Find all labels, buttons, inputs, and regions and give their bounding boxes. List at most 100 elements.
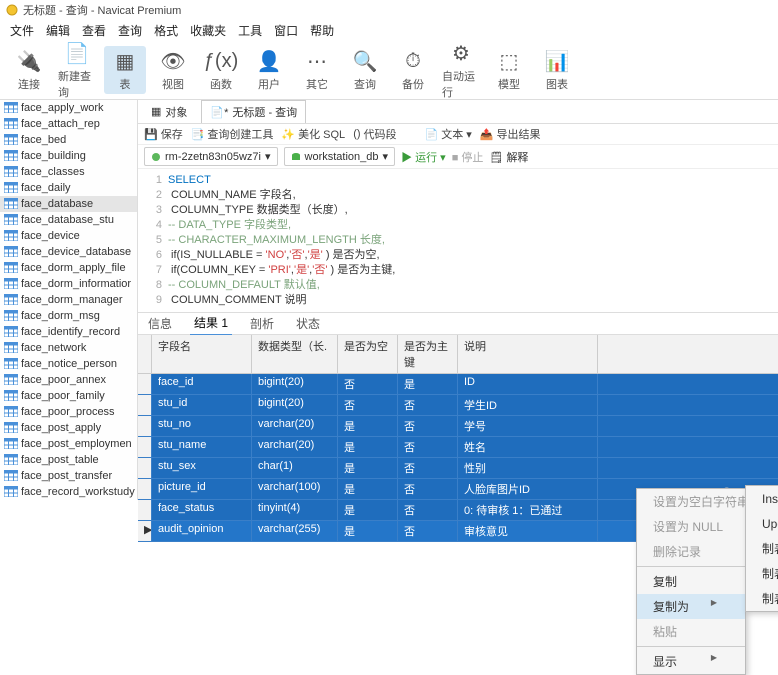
sidebar-item-face_record_workstudy[interactable]: face_record_workstudy — [0, 484, 137, 500]
sidebar-item-face_database[interactable]: face_database — [0, 196, 137, 212]
export-button[interactable]: 📤 导出结果 — [480, 126, 541, 142]
stop-button[interactable]: ■ 停止 — [452, 149, 484, 165]
sidebar-item-face_dorm_apply_file[interactable]: face_dorm_apply_file — [0, 260, 137, 276]
table-icon — [4, 150, 18, 162]
toolbar-table[interactable]: ▦表 — [104, 46, 146, 94]
sidebar-item-face_post_employmen[interactable]: face_post_employmen — [0, 436, 137, 452]
context-submenu[interactable]: Insert 语句 Update 语句 制表符分隔值 (数据) 制表符分隔值 (… — [745, 485, 778, 612]
toolbar-function[interactable]: ƒ(x)函数 — [200, 46, 242, 94]
function-icon: ƒ(x) — [207, 48, 235, 76]
menu-edit[interactable]: 编辑 — [46, 22, 70, 38]
menu-set-null[interactable]: 设置为 NULL — [637, 514, 745, 539]
table-icon — [4, 374, 18, 386]
table-row[interactable]: stu_namevarchar(20)是否姓名 — [138, 437, 778, 458]
menu-format[interactable]: 格式 — [154, 22, 178, 38]
toolbar-connect[interactable]: 🔌连接 — [8, 46, 50, 94]
automation-icon: ⚙ — [447, 40, 475, 68]
toolbar-backup[interactable]: ⏱备份 — [392, 46, 434, 94]
menu-show[interactable]: 显示 — [637, 649, 745, 674]
menu-favorites[interactable]: 收藏夹 — [190, 22, 226, 38]
sidebar-item-face_device[interactable]: face_device — [0, 228, 137, 244]
submenu-update[interactable]: Update 语句 — [746, 511, 778, 536]
toolbar-automation[interactable]: ⚙自动运行 — [440, 38, 482, 102]
menu-bar: 文件 编辑 查看 查询 格式 收藏夹 工具 窗口 帮助 — [0, 20, 778, 40]
tab-untitled-query[interactable]: 📄* 无标题 - 查询 — [201, 100, 306, 123]
toolbar-new-query[interactable]: 📄新建查询 — [56, 38, 98, 102]
toolbar-chart[interactable]: 📊图表 — [536, 46, 578, 94]
menu-copy[interactable]: 复制 — [637, 569, 745, 594]
menu-set-blank[interactable]: 设置为空白字符串 — [637, 489, 745, 514]
sidebar-item-face_bed[interactable]: face_bed — [0, 132, 137, 148]
query-builder-button[interactable]: 📑 查询创建工具 — [191, 126, 274, 142]
text-button[interactable]: 📄 文本 ▾ — [425, 126, 472, 142]
sidebar-item-face_attach_rep[interactable]: face_attach_rep — [0, 116, 137, 132]
toolbar-user[interactable]: 👤用户 — [248, 46, 290, 94]
menu-window[interactable]: 窗口 — [274, 22, 298, 38]
menu-tools[interactable]: 工具 — [238, 22, 262, 38]
save-button[interactable]: 💾 保存 — [144, 126, 183, 142]
sidebar-item-face_post_transfer[interactable]: face_post_transfer — [0, 468, 137, 484]
sidebar-item-face_post_table[interactable]: face_post_table — [0, 452, 137, 468]
table-icon — [4, 246, 18, 258]
sidebar-item-face_dorm_informatior[interactable]: face_dorm_informatior — [0, 276, 137, 292]
submenu-tsv-cols[interactable]: 制表符分隔值 (字段名) — [746, 561, 778, 586]
other-icon: ⋯ — [303, 48, 331, 76]
sidebar-item-face_network[interactable]: face_network — [0, 340, 137, 356]
toolbar-model[interactable]: ⬚模型 — [488, 46, 530, 94]
sql-editor[interactable]: 1SELECT2 COLUMN_NAME 字段名,3 COLUMN_TYPE 数… — [138, 169, 778, 313]
sidebar-item-face_dorm_msg[interactable]: face_dorm_msg — [0, 308, 137, 324]
sidebar-item-face_poor_annex[interactable]: face_poor_annex — [0, 372, 137, 388]
table-row[interactable]: face_idbigint(20)否是ID — [138, 374, 778, 395]
tab-result-1[interactable]: 结果 1 — [190, 311, 232, 336]
table-icon — [4, 118, 18, 130]
query-icon: 📄* — [210, 106, 228, 119]
sidebar-item-face_database_stu[interactable]: face_database_stu — [0, 212, 137, 228]
sidebar-item-face_identify_record[interactable]: face_identify_record — [0, 324, 137, 340]
run-button[interactable]: ▶ 运行 ▾ — [401, 149, 446, 165]
explain-button[interactable]: 🗒 解释 — [489, 149, 528, 165]
menu-copy-as[interactable]: 复制为 Insert 语句 Update 语句 制表符分隔值 (数据) 制表符分… — [637, 594, 745, 619]
context-menu[interactable]: 设置为空白字符串 设置为 NULL 删除记录 复制 复制为 Insert 语句 … — [636, 488, 746, 675]
chart-icon: 📊 — [543, 48, 571, 76]
sidebar-tables[interactable]: face_apply_workface_attach_repface_bedfa… — [0, 100, 138, 500]
tab-status[interactable]: 状态 — [292, 312, 324, 335]
sidebar-item-face_apply_work[interactable]: face_apply_work — [0, 100, 137, 116]
table-icon — [4, 294, 18, 306]
menu-file[interactable]: 文件 — [10, 22, 34, 38]
submenu-tsv-data[interactable]: 制表符分隔值 (数据) — [746, 536, 778, 561]
code-snippet-button[interactable]: () 代码段 — [353, 126, 396, 142]
toolbar-view[interactable]: 👁视图 — [152, 46, 194, 94]
sidebar-item-face_dorm_manager[interactable]: face_dorm_manager — [0, 292, 137, 308]
sidebar-item-face_poor_family[interactable]: face_poor_family — [0, 388, 137, 404]
tab-profile[interactable]: 剖析 — [246, 312, 278, 335]
table-row[interactable]: stu_sexchar(1)是否性别 — [138, 458, 778, 479]
submenu-insert[interactable]: Insert 语句 — [746, 486, 778, 511]
sidebar-item-face_poor_process[interactable]: face_poor_process — [0, 404, 137, 420]
model-icon: ⬚ — [495, 48, 523, 76]
menu-view[interactable]: 查看 — [82, 22, 106, 38]
table-icon — [4, 422, 18, 434]
beautify-sql-button[interactable]: ✨ 美化 SQL — [281, 126, 345, 142]
menu-paste[interactable]: 粘贴 — [637, 619, 745, 644]
server-select[interactable]: rm-2zetn83n05wz7i ▾ — [144, 147, 278, 166]
toolbar-query[interactable]: 🔍查询 — [344, 46, 386, 94]
submenu-tsv-all[interactable]: 制表符分隔值 (字段名和数据) — [746, 586, 778, 611]
menu-delete-record[interactable]: 删除记录 — [637, 539, 745, 564]
sidebar-item-face_building[interactable]: face_building — [0, 148, 137, 164]
table-row[interactable]: stu_idbigint(20)否否学生ID — [138, 395, 778, 416]
table-row[interactable]: stu_novarchar(20)是否学号 — [138, 416, 778, 437]
sidebar-item-face_classes[interactable]: face_classes — [0, 164, 137, 180]
sidebar-item-face_post_apply[interactable]: face_post_apply — [0, 420, 137, 436]
sidebar-item-face_daily[interactable]: face_daily — [0, 180, 137, 196]
table-icon — [4, 406, 18, 418]
tab-objects[interactable]: ▦ 对象 — [143, 101, 195, 123]
sidebar-item-face_device_database[interactable]: face_device_database — [0, 244, 137, 260]
table-icon — [4, 214, 18, 226]
sidebar-item-face_notice_person[interactable]: face_notice_person — [0, 356, 137, 372]
tab-info[interactable]: 信息 — [144, 312, 176, 335]
menu-query[interactable]: 查询 — [118, 22, 142, 38]
main-pane: ▦ 对象 📄* 无标题 - 查询 💾 保存 📑 查询创建工具 ✨ 美化 SQL … — [138, 100, 778, 500]
toolbar-other[interactable]: ⋯其它 — [296, 46, 338, 94]
menu-help[interactable]: 帮助 — [310, 22, 334, 38]
database-select[interactable]: workstation_db ▾ — [284, 147, 396, 166]
